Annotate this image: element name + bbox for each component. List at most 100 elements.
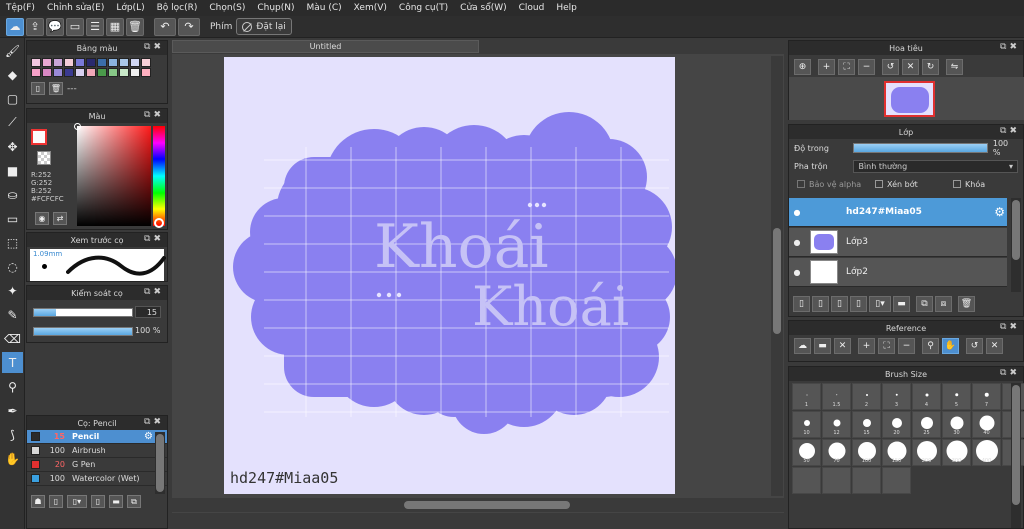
navigator-view[interactable] xyxy=(789,77,1024,120)
brush-size-cell[interactable]: 2 xyxy=(852,383,881,410)
color-swatch[interactable] xyxy=(130,58,140,67)
color-swap-icon[interactable]: ⇄ xyxy=(53,212,67,225)
color-swatch[interactable] xyxy=(75,58,85,67)
delete-layer-icon[interactable]: 🗑 xyxy=(958,296,975,312)
menu-item[interactable]: Chọn(S) xyxy=(209,3,245,13)
brush-size-slider[interactable] xyxy=(33,308,133,317)
menu-item[interactable]: Chụp(N) xyxy=(257,3,294,13)
layer-list-scrollbar[interactable] xyxy=(1011,198,1021,292)
brush-size-cell[interactable]: 300 xyxy=(942,439,971,466)
panel-controls-icon[interactable]: ⧉✖ xyxy=(144,234,164,244)
zoom-plus-icon[interactable]: + xyxy=(818,59,835,75)
hand-icon[interactable]: ✋ xyxy=(942,338,959,354)
new-brush-icon[interactable]: ▯ xyxy=(49,495,63,508)
new-swatch-icon[interactable]: ▯ xyxy=(31,82,45,95)
brush-size-cell[interactable] xyxy=(882,467,911,494)
hue-slider[interactable] xyxy=(153,126,165,228)
color-swatch[interactable] xyxy=(119,68,129,77)
menu-item[interactable]: Lớp(L) xyxy=(116,3,144,13)
undo-icon[interactable]: ↶ xyxy=(154,17,176,36)
brush-size-cell[interactable] xyxy=(822,467,851,494)
brush-size-cell[interactable]: 400 xyxy=(972,439,1001,466)
rotate-icon[interactable]: ↺ xyxy=(966,338,983,354)
grid-icon[interactable]: ▦ xyxy=(106,17,124,36)
brush-size-cell[interactable] xyxy=(792,467,821,494)
eraser-tool-icon[interactable]: ◆ xyxy=(2,64,23,85)
background-color[interactable] xyxy=(37,151,51,165)
comment-icon[interactable]: ▭ xyxy=(66,17,84,36)
brush-size-cell[interactable]: 10 xyxy=(792,411,821,438)
color-swatch[interactable] xyxy=(141,68,151,77)
panel-icon[interactable]: ☰ xyxy=(86,17,104,36)
brush-size-cell[interactable]: 20 xyxy=(882,411,911,438)
new-layer-icon[interactable]: ▯ xyxy=(793,296,810,312)
brush-size-cell[interactable]: 12 xyxy=(822,411,851,438)
brush-size-cell[interactable]: 150 xyxy=(882,439,911,466)
zoom-in-icon[interactable]: ⊕ xyxy=(794,59,811,75)
brush-list-scrollbar[interactable] xyxy=(155,432,165,494)
brush-size-scrollbar[interactable] xyxy=(1011,383,1021,528)
menu-item[interactable]: Công cụ(T) xyxy=(399,3,448,13)
flip-icon[interactable]: ⇋ xyxy=(946,59,963,75)
duplicate-icon[interactable]: ⧉ xyxy=(127,495,141,508)
color-swatch[interactable] xyxy=(97,58,107,67)
layer-item[interactable]: ● Lớp3 xyxy=(789,228,1007,257)
close-icon[interactable]: ✕ xyxy=(834,338,851,354)
layer-opacity-slider[interactable] xyxy=(853,143,988,153)
reset-button[interactable]: Đặt lại xyxy=(236,18,292,35)
brush-item[interactable]: 100 Watercolor (Wet) xyxy=(27,472,167,486)
eyedropper-icon[interactable]: ⚲ xyxy=(922,338,939,354)
canvas-horizontal-scrollbar[interactable] xyxy=(172,498,784,512)
rotate-left-icon[interactable]: ↺ xyxy=(882,59,899,75)
brush-size-value[interactable]: 15 xyxy=(135,306,161,318)
menu-item[interactable]: Cloud xyxy=(519,3,545,13)
fill-rect-tool-icon[interactable]: ■ xyxy=(2,160,23,181)
color-swatch[interactable] xyxy=(119,58,129,67)
reset-icon[interactable]: ✕ xyxy=(986,338,1003,354)
brush-settings-icon[interactable]: ☗ xyxy=(31,495,45,508)
brush-size-cell[interactable]: 5 xyxy=(942,383,971,410)
panel-controls-icon[interactable]: ⧉✖ xyxy=(1000,322,1020,332)
magic-wand-tool-icon[interactable]: ✦ xyxy=(2,280,23,301)
menu-item[interactable]: Cửa sổ(W) xyxy=(460,3,506,13)
color-swatch[interactable] xyxy=(97,68,107,77)
color-swatch[interactable] xyxy=(31,58,41,67)
menu-item[interactable]: Bộ lọc(R) xyxy=(157,3,198,13)
lock-checkbox[interactable]: Khóa xyxy=(953,180,985,189)
new-layer-1bit-icon[interactable]: ▯ xyxy=(831,296,848,312)
visibility-icon[interactable]: ● xyxy=(789,238,805,247)
navigator-thumbnail[interactable] xyxy=(884,81,935,117)
brush-item[interactable]: 100 Airbrush xyxy=(27,444,167,458)
brush-size-cell[interactable]: 40 xyxy=(972,411,1001,438)
redo-icon[interactable]: ↷ xyxy=(178,17,200,36)
panel-controls-icon[interactable]: ⧉✖ xyxy=(1000,126,1020,136)
brush-size-cell[interactable]: 30 xyxy=(942,411,971,438)
zoom-in-icon[interactable]: + xyxy=(858,338,875,354)
export-icon[interactable]: ⇪ xyxy=(26,17,44,36)
color-swatch[interactable] xyxy=(53,58,63,67)
layer-item[interactable]: ● Lớp2 xyxy=(789,258,1007,287)
color-swatch[interactable] xyxy=(108,68,118,77)
brush-size-cell[interactable]: 1 xyxy=(792,383,821,410)
reset-view-icon[interactable]: ✕ xyxy=(902,59,919,75)
color-swatch[interactable] xyxy=(86,68,96,77)
hand-tool-icon[interactable]: ✋ xyxy=(2,448,23,469)
select-tool-icon[interactable]: ⬚ xyxy=(2,232,23,253)
folder-icon[interactable]: ▬ xyxy=(109,495,123,508)
add-brush-icon[interactable]: ▯▾ xyxy=(67,495,87,508)
brush-item[interactable]: 20 G Pen xyxy=(27,458,167,472)
brush-size-cell[interactable]: 70 xyxy=(822,439,851,466)
visibility-icon[interactable]: ● xyxy=(789,268,805,277)
color-swatch[interactable] xyxy=(108,58,118,67)
new-halftone-layer-icon[interactable]: ▯ xyxy=(850,296,867,312)
cloud-icon[interactable]: ☁ xyxy=(6,17,24,36)
speech-bubble-icon[interactable]: 💬 xyxy=(46,17,64,36)
layer-item[interactable]: ● hd247#Miaa05 ⚙ xyxy=(789,198,1007,227)
canvas-paper[interactable]: Khoái Khoái hd247#Miaa05 xyxy=(224,57,677,494)
fit-icon[interactable]: ⛶ xyxy=(838,59,855,75)
color-swatch[interactable] xyxy=(75,68,85,77)
brush-size-cell[interactable]: 200 xyxy=(912,439,941,466)
panel-controls-icon[interactable]: ⧉✖ xyxy=(1000,42,1020,52)
brush-opacity-slider[interactable] xyxy=(33,327,133,336)
canvas-vertical-scrollbar[interactable] xyxy=(771,56,783,496)
